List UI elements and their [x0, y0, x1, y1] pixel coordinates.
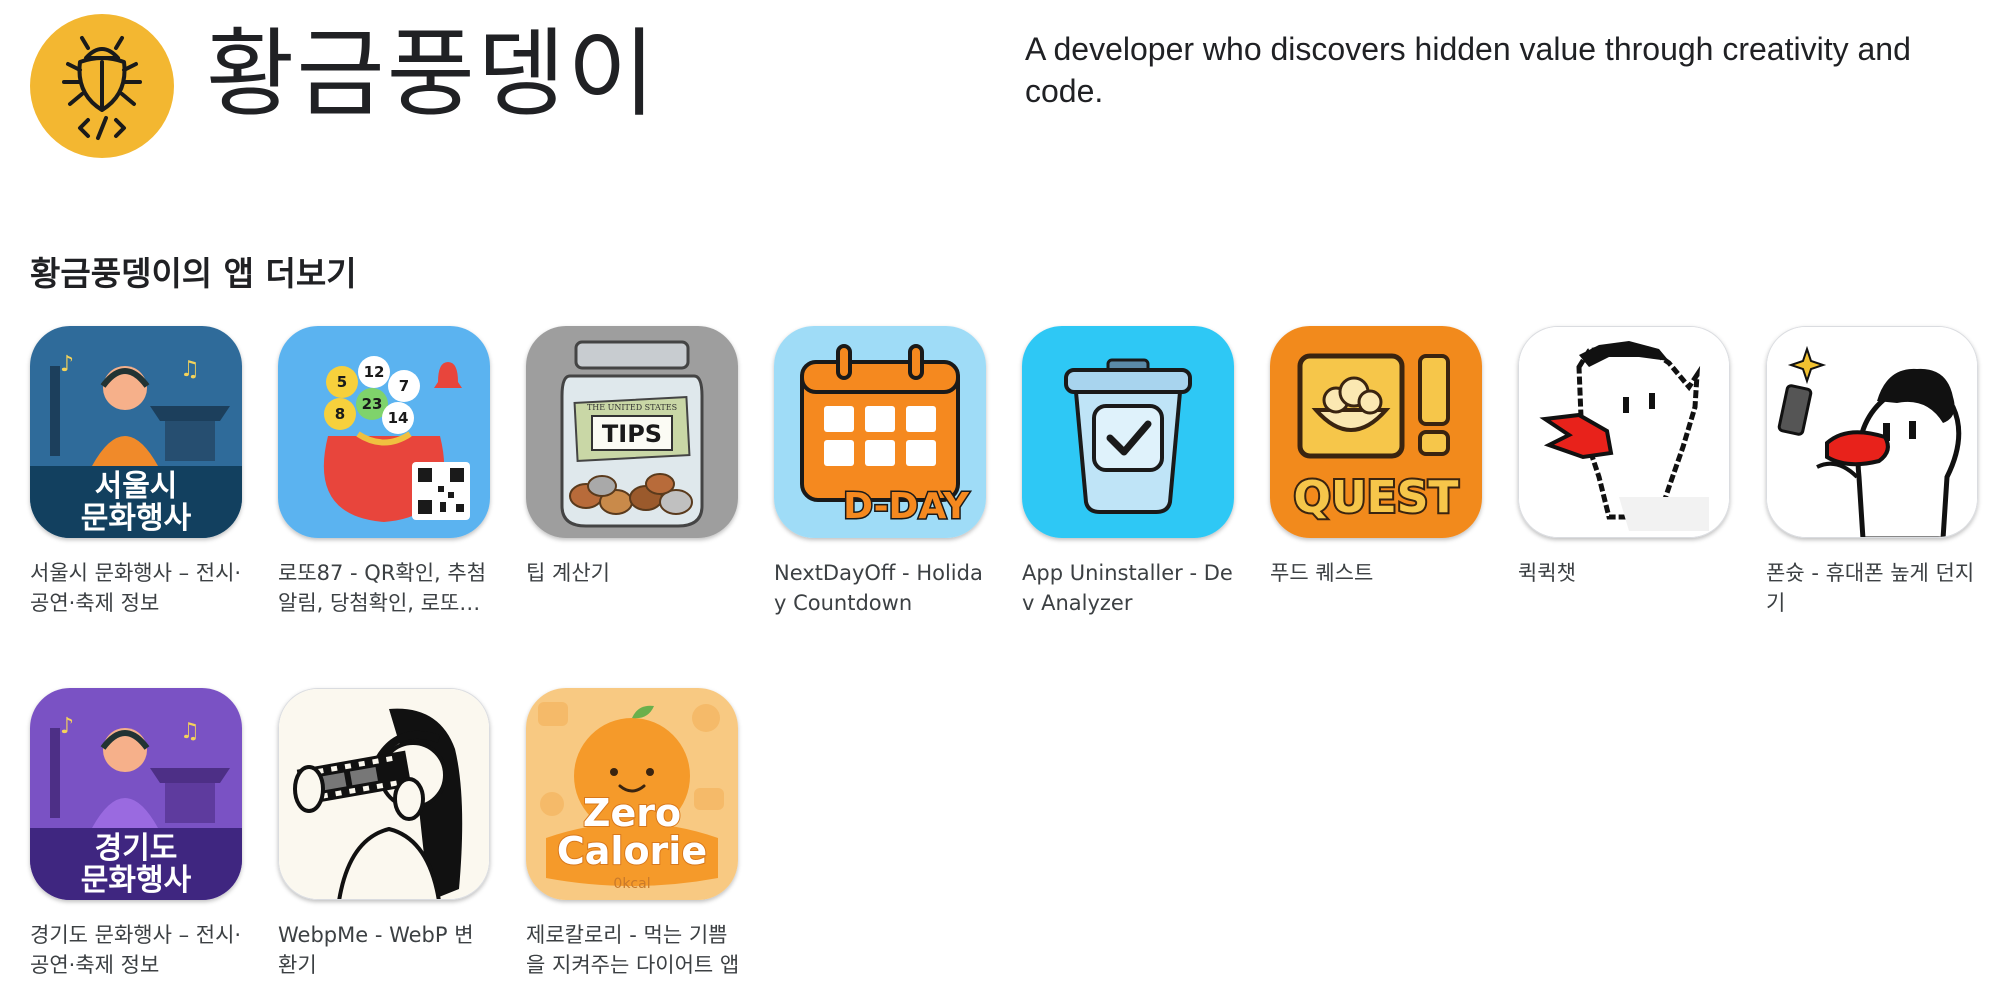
developer-name: 황금풍뎅이	[206, 18, 658, 130]
ball-4: 8	[335, 405, 345, 423]
lotto-bag-icon: 5 12 7 8 23 14	[278, 326, 490, 538]
bill-text: THE UNITED STATES	[587, 403, 677, 412]
icon-text-line1: 경기도	[95, 831, 178, 866]
ball-1: 5	[337, 373, 347, 391]
tips-jar-icon: THE UNITED STATES TIPS	[526, 326, 738, 538]
kcal-label: 0kcal	[613, 876, 650, 892]
icon-text-line2: 문화행사	[81, 501, 192, 536]
film-girl-icon	[278, 688, 490, 900]
seoul-culture-icon: ♪ ♫ 서울시 문화행사	[30, 326, 242, 538]
trash-check-icon	[1022, 326, 1234, 538]
app-name: 푸드 퀘스트	[1270, 561, 1374, 585]
svg-text:♫: ♫	[180, 357, 200, 382]
icon-text-line2: 문화행사	[81, 863, 192, 898]
app-name: NextDayOff - Holiday Countdown	[774, 561, 983, 615]
svg-text:♫: ♫	[180, 719, 200, 744]
calendar-dday-icon: D-DAY	[774, 326, 986, 538]
duck-phone-icon	[1766, 326, 1978, 538]
ball-3: 7	[399, 377, 409, 395]
app-name: 제로칼로리 - 먹는 기쁨을 지켜주는 다이어트 앱	[526, 923, 740, 977]
app-name: 팁 계산기	[526, 561, 610, 585]
calorie-label: Calorie	[557, 829, 707, 873]
app-name: WebpMe - WebP 변환기	[278, 923, 474, 977]
app-name: 폰슛 - 휴대폰 높게 던지기	[1766, 561, 1975, 615]
app-name: 퀵퀵챗	[1518, 561, 1576, 585]
dday-label: D-DAY	[843, 486, 970, 527]
developer-logo	[30, 14, 174, 158]
app-name: 로또87 - QR확인, 추첨알림, 당첨확인, 로또번호	[278, 561, 487, 615]
app-name: App Uninstaller - Dev Analyzer	[1022, 561, 1233, 615]
developer-header: 황금풍뎅이 A developer who discovers hidden v…	[0, 0, 2004, 170]
svg-text:♪: ♪	[60, 352, 74, 377]
ball-2: 12	[364, 363, 385, 381]
ball-6: 14	[388, 409, 409, 427]
gyeonggi-culture-icon: ♪ ♫ 경기도 문화행사	[30, 688, 242, 900]
quest-label: QUEST	[1294, 472, 1459, 523]
ball-5: 23	[362, 395, 383, 413]
developer-description: A developer who discovers hidden value t…	[1025, 31, 1911, 109]
zero-calorie-icon: Zero Calorie 0kcal	[526, 688, 738, 900]
svg-text:♪: ♪	[60, 714, 74, 739]
bug-code-icon	[62, 36, 142, 140]
food-quest-icon: QUEST	[1270, 326, 1482, 538]
pixel-duck-icon	[1518, 326, 1730, 538]
tips-label: TIPS	[602, 420, 662, 448]
icon-text-line1: 서울시	[95, 469, 178, 504]
app-name: 경기도 문화행사 – 전시·공연·축제 정보	[30, 923, 242, 977]
app-name: 서울시 문화행사 – 전시·공연·축제 정보	[30, 561, 242, 615]
section-title: 황금풍뎅이의 앱 더보기	[30, 254, 357, 293]
